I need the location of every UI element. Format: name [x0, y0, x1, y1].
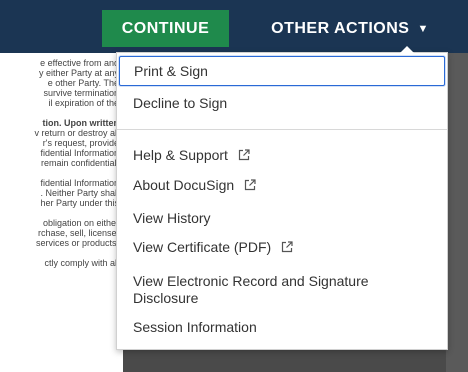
doc-line: e effective from and — [40, 58, 119, 68]
document-paragraph: ctly comply with all — [0, 258, 119, 268]
document-page: e effective from and y either Party at a… — [0, 53, 123, 372]
menu-pointer — [400, 46, 414, 53]
other-actions-button[interactable]: OTHER ACTIONS ▼ — [255, 10, 445, 47]
document-paragraph: obligation on either rchase, sell, licen… — [0, 218, 119, 248]
doc-line: tion. Upon written — [42, 118, 120, 128]
menu-item-label: Print & Sign — [134, 63, 208, 79]
menu-item-decline-to-sign[interactable]: Decline to Sign — [117, 95, 447, 111]
document-paragraph: tion. Upon written v return or destroy a… — [0, 118, 119, 168]
top-toolbar: CONTINUE OTHER ACTIONS ▼ — [0, 0, 468, 53]
doc-line: ctly comply with all — [44, 258, 119, 268]
menu-item-view-certificate[interactable]: View Certificate (PDF) — [117, 239, 447, 255]
doc-line: v return or destroy all — [34, 128, 119, 138]
doc-line: fidential Information — [40, 148, 119, 158]
app-frame: CONTINUE OTHER ACTIONS ▼ e effective fro… — [0, 0, 468, 372]
doc-line: e other Party. The — [47, 78, 119, 88]
scrollbar-track[interactable] — [446, 53, 468, 372]
menu-item-view-electronic-record[interactable]: View Electronic Record and Signature Dis… — [117, 273, 397, 307]
doc-line: obligation on either — [42, 218, 119, 228]
doc-line: rchase, sell, license, — [37, 228, 119, 238]
doc-line: il expiration of the — [48, 98, 119, 108]
menu-divider — [117, 129, 447, 130]
document-paragraph: fidential Information . Neither Party sh… — [0, 178, 119, 208]
external-link-icon — [282, 241, 293, 253]
menu-item-view-history[interactable]: View History — [117, 210, 447, 226]
doc-line: services or products. — [35, 238, 119, 248]
other-actions-label: OTHER ACTIONS — [271, 19, 410, 37]
continue-button[interactable]: CONTINUE — [102, 10, 229, 47]
other-actions-menu: Print & Sign Decline to Sign Help & Supp… — [116, 46, 448, 350]
document-paragraph: e effective from and y either Party at a… — [0, 58, 119, 108]
caret-down-icon: ▼ — [417, 22, 429, 35]
doc-line: y either Party at any — [38, 68, 119, 78]
menu-item-print-sign[interactable]: Print & Sign — [119, 56, 445, 86]
menu-item-session-information[interactable]: Session Information — [117, 319, 447, 335]
external-link-icon — [244, 179, 256, 191]
menu-item-label: View Certificate (PDF) — [133, 239, 272, 255]
doc-line: remain confidential, — [40, 158, 119, 168]
menu-item-label: Decline to Sign — [133, 95, 228, 111]
menu-item-label: Help & Support — [133, 147, 228, 163]
menu-item-label: About DocuSign — [133, 177, 235, 193]
menu-item-help-support[interactable]: Help & Support — [117, 147, 447, 163]
doc-line: fidential Information — [40, 178, 119, 188]
document-text: e effective from and y either Party at a… — [0, 53, 123, 278]
doc-line: her Party under this — [40, 198, 119, 208]
doc-line: r's request, provide — [42, 138, 119, 148]
menu-item-about-docusign[interactable]: About DocuSign — [117, 177, 447, 193]
doc-line: . Neither Party shall — [40, 188, 119, 198]
menu-item-label: View Electronic Record and Signature Dis… — [133, 273, 369, 306]
menu-item-label: Session Information — [133, 319, 257, 335]
doc-line: survive termination — [43, 88, 119, 98]
external-link-icon — [238, 149, 250, 161]
menu-item-label: View History — [133, 210, 211, 226]
